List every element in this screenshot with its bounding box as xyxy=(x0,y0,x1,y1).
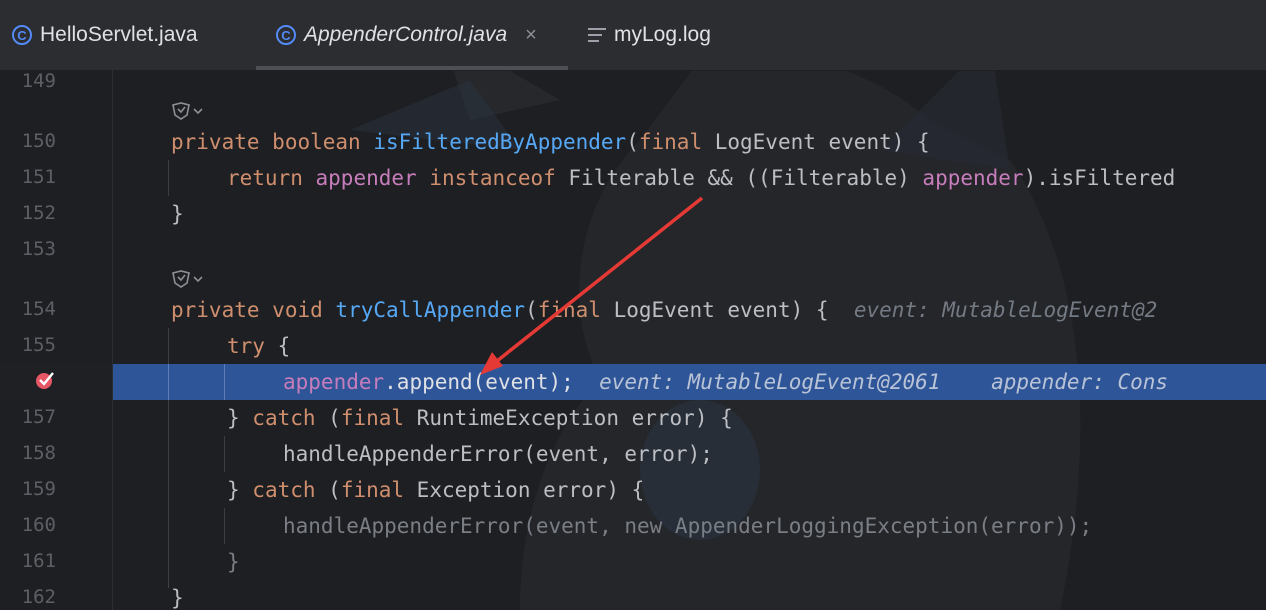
token: .append(event); xyxy=(384,370,574,394)
class-icon: C xyxy=(276,25,296,45)
token: RuntimeException error) { xyxy=(404,406,733,430)
token: catch xyxy=(252,406,316,430)
tab-label: myLog.log xyxy=(614,23,711,46)
line-number[interactable]: 155 xyxy=(0,334,56,356)
token: } xyxy=(227,478,253,502)
token: final xyxy=(638,130,703,154)
line-number[interactable]: 162 xyxy=(0,586,56,608)
line-number[interactable]: 154 xyxy=(0,298,56,320)
tab-mylog[interactable]: myLog.log xyxy=(588,0,711,70)
inline-debug-hint: event: MutableLogEvent@2061 xyxy=(599,370,941,394)
code-line-156-execution[interactable]: appender.append(event); event: MutableLo… xyxy=(283,367,1168,397)
code-line-155[interactable]: try { xyxy=(227,331,290,361)
code-line-150[interactable]: private boolean isFilteredByAppender(fin… xyxy=(171,127,930,157)
tab-hello-servlet[interactable]: C HelloServlet.java xyxy=(12,0,198,70)
token: instanceof xyxy=(429,166,556,190)
token: appender xyxy=(315,166,417,190)
line-number[interactable]: 161 xyxy=(0,550,56,572)
line-number[interactable]: 151 xyxy=(0,166,56,188)
inline-debug-hint: event: MutableLogEvent@2 xyxy=(853,298,1158,322)
line-number[interactable]: 149 xyxy=(0,70,56,92)
token: final xyxy=(537,298,601,322)
code-editor[interactable]: private boolean isFilteredByAppender(fin… xyxy=(113,70,1266,610)
token: void xyxy=(272,298,323,322)
close-icon[interactable]: × xyxy=(525,24,537,47)
code-line-152[interactable]: } xyxy=(171,199,184,229)
class-icon: C xyxy=(12,25,32,45)
token: } xyxy=(227,406,253,430)
line-number[interactable]: 159 xyxy=(0,478,56,500)
token: final xyxy=(340,478,405,502)
token: Exception error) { xyxy=(404,478,645,502)
token: ( xyxy=(315,478,341,502)
line-number[interactable]: 158 xyxy=(0,442,56,464)
token: { xyxy=(264,334,291,358)
token: return xyxy=(227,166,303,190)
token: try xyxy=(227,334,265,358)
inline-debug-hint: appender: Cons xyxy=(991,370,1169,394)
token: Filterable && ((Filterable) xyxy=(555,166,923,190)
line-number[interactable]: 157 xyxy=(0,406,56,428)
line-number[interactable]: 160 xyxy=(0,514,56,536)
code-line-162[interactable]: } xyxy=(171,583,184,610)
token: private xyxy=(171,130,260,154)
token: LogEvent event) { xyxy=(600,298,829,322)
token: ( xyxy=(315,406,341,430)
token: boolean xyxy=(272,130,361,154)
tab-label: HelloServlet.java xyxy=(40,23,198,46)
token: catch xyxy=(252,478,316,502)
token: tryCallAppender xyxy=(335,298,526,322)
editor-tab-bar: C HelloServlet.java C AppenderControl.ja… xyxy=(0,0,1266,71)
code-line-151[interactable]: return appender instanceof Filterable &&… xyxy=(227,163,1175,193)
token: ).isFiltered xyxy=(1023,166,1176,190)
token: appender xyxy=(922,166,1024,190)
line-number[interactable]: 153 xyxy=(0,238,56,260)
token: ( xyxy=(626,130,639,154)
tab-label: AppenderControl.java xyxy=(304,23,508,46)
breakpoint-check-icon[interactable] xyxy=(34,369,56,391)
token: isFilteredByAppender xyxy=(373,130,627,154)
line-number[interactable]: 150 xyxy=(0,130,56,152)
code-line-159[interactable]: } catch (final Exception error) { xyxy=(227,475,644,505)
code-line-154[interactable]: private void tryCallAppender(final LogEv… xyxy=(171,295,1157,325)
log-file-icon xyxy=(588,28,606,42)
token: private xyxy=(171,298,260,322)
code-line-160[interactable]: handleAppenderError(event, new AppenderL… xyxy=(283,511,1092,541)
line-number[interactable]: 152 xyxy=(0,202,56,224)
code-line-161[interactable]: } xyxy=(227,547,240,577)
token: ( xyxy=(525,298,538,322)
code-line-158[interactable]: handleAppenderError(event, error); xyxy=(283,439,713,469)
token: LogEvent event) { xyxy=(702,130,930,154)
tab-appender-control[interactable]: C AppenderControl.java × xyxy=(256,0,568,70)
token: appender xyxy=(283,370,385,394)
code-line-157[interactable]: } catch (final RuntimeException error) { xyxy=(227,403,733,433)
token: final xyxy=(340,406,405,430)
